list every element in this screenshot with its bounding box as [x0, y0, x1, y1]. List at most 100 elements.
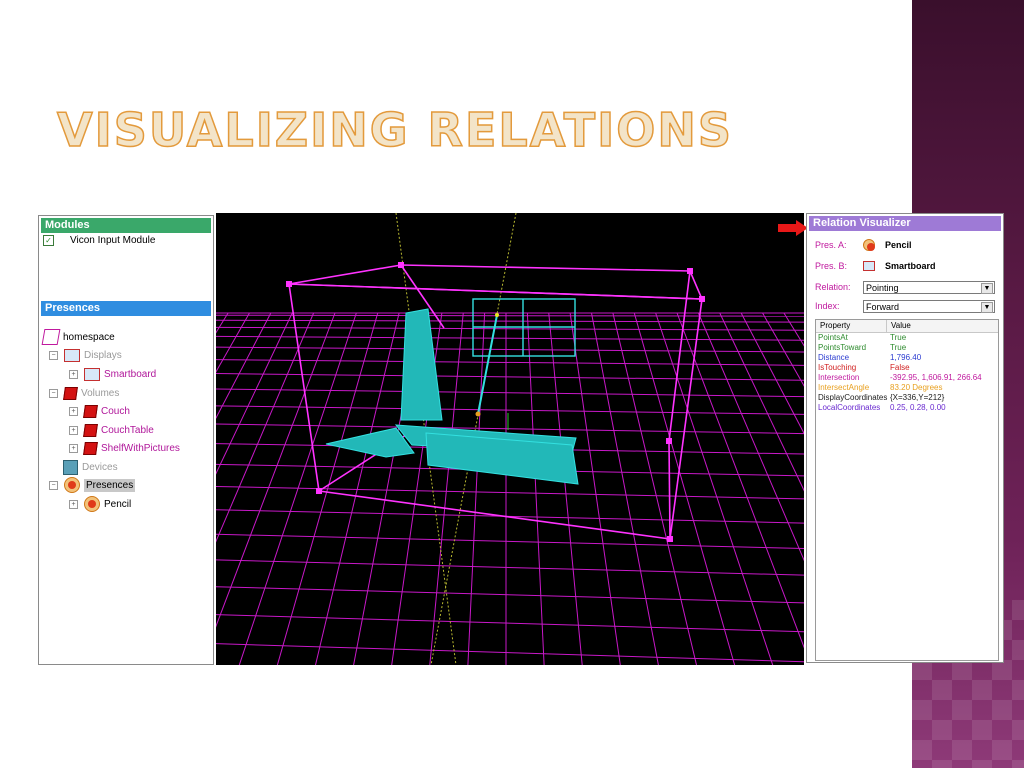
- column-header-property[interactable]: Property: [816, 320, 887, 332]
- grid-line: [467, 312, 486, 665]
- display-icon: [64, 348, 80, 362]
- index-label: Index:: [815, 301, 840, 311]
- pres-a-value[interactable]: Pencil: [885, 240, 912, 250]
- grid-line: [216, 326, 804, 331]
- tree-node-displays[interactable]: − Displays: [49, 346, 122, 364]
- pres-b-row: Pres. B: Smartboard: [815, 258, 936, 274]
- column-header-value[interactable]: Value: [887, 320, 911, 332]
- property-value: 0.25, 0.28, 0.00: [890, 403, 946, 412]
- expand-icon[interactable]: +: [69, 425, 78, 435]
- grid-line: [216, 533, 804, 550]
- dropdown-arrow-icon[interactable]: ▼: [981, 301, 993, 313]
- grid-line: [719, 312, 804, 492]
- property-row[interactable]: Distance 1,796.40: [816, 353, 998, 363]
- property-rows: PointsAt True PointsToward True Distance 1,79…: [816, 333, 998, 413]
- tree-label: ShelfWithPictures: [101, 442, 180, 454]
- tree-node-pencil[interactable]: + Pencil: [69, 495, 131, 513]
- expand-icon[interactable]: +: [69, 406, 78, 416]
- display-icon: [84, 367, 100, 381]
- grid-line: [633, 312, 736, 665]
- property-row[interactable]: IntersectAngle 83.20 Degrees: [816, 383, 998, 393]
- tree-node-presences[interactable]: − Presences: [49, 476, 136, 494]
- property-row[interactable]: IsTouching False: [816, 363, 998, 373]
- grid-line: [216, 373, 804, 381]
- grid-line: [216, 614, 804, 633]
- grid-line: [216, 359, 804, 366]
- grid-line: [216, 643, 804, 663]
- pointing-ray: [477, 314, 498, 415]
- presence-icon: [84, 496, 100, 512]
- relation-select[interactable]: Pointing ▼: [863, 280, 995, 294]
- property-name: IsTouching: [818, 363, 857, 372]
- property-value: True: [890, 343, 907, 352]
- tree-node-couchtable[interactable]: + CouchTable: [69, 421, 154, 439]
- grid-line: [783, 312, 804, 347]
- property-row[interactable]: PointsAt True: [816, 333, 998, 343]
- grid-line: [526, 312, 545, 665]
- box-corner-handles: [286, 262, 705, 542]
- tree-label: Displays: [84, 349, 122, 361]
- grid-line: [216, 312, 293, 475]
- red-cube-icon: [83, 441, 98, 455]
- tree-label: homespace: [63, 331, 115, 343]
- property-name: IntersectAngle: [818, 383, 870, 392]
- collapse-icon[interactable]: −: [49, 388, 58, 398]
- expand-icon[interactable]: +: [69, 499, 78, 509]
- property-name: PointsAt: [818, 333, 848, 342]
- pres-b-value[interactable]: Smartboard: [885, 261, 936, 271]
- property-value: 1,796.40: [890, 353, 922, 362]
- property-value: -392.95, 1,606.91, 266.64: [890, 373, 982, 382]
- relation-label: Relation:: [815, 282, 851, 292]
- collapse-icon[interactable]: −: [49, 480, 58, 490]
- grid-line: [216, 312, 272, 420]
- module-item-vicon[interactable]: ✓ Vicon Input Module: [39, 233, 213, 247]
- 3d-viewport[interactable]: [216, 213, 804, 665]
- grid-line: [216, 346, 804, 353]
- red-cube-icon: [63, 386, 78, 400]
- index-select[interactable]: Forward ▼: [863, 299, 995, 313]
- property-value: 83.20 Degrees: [890, 383, 943, 392]
- expand-icon[interactable]: +: [69, 443, 78, 453]
- tree-node-devices[interactable]: Devices: [63, 458, 118, 476]
- property-row[interactable]: DisplayCoordinates {X=336,Y=212}: [816, 393, 998, 403]
- tree-node-shelf[interactable]: + ShelfWithPictures: [69, 439, 180, 457]
- index-select-value: Forward: [866, 301, 900, 312]
- tree-node-homespace[interactable]: homespace: [41, 328, 115, 346]
- collapse-icon[interactable]: −: [49, 350, 58, 360]
- property-row[interactable]: Intersection -392.95, 1,606.91, 266.64: [816, 373, 998, 383]
- tree-label: CouchTable: [101, 424, 154, 436]
- wireframe-cube-icon: [41, 329, 61, 345]
- property-name: PointsToward: [818, 343, 867, 352]
- relation-row: Relation: Pointing ▼: [815, 279, 1003, 295]
- property-name: DisplayCoordinates: [818, 393, 888, 402]
- tree-node-couch[interactable]: + Couch: [69, 402, 130, 420]
- expand-icon[interactable]: +: [69, 369, 78, 379]
- property-name: LocalCoordinates: [818, 403, 881, 412]
- property-value: False: [890, 363, 910, 372]
- grid-line: [216, 335, 804, 341]
- presences-header: Presences: [41, 301, 211, 316]
- property-grid-header: Property Value: [816, 320, 998, 333]
- grid-line: [216, 405, 804, 415]
- pres-a-row: Pres. A: Pencil: [815, 237, 912, 253]
- property-row[interactable]: LocalCoordinates 0.25, 0.28, 0.00: [816, 403, 998, 413]
- pres-b-label: Pres. B:: [815, 261, 848, 271]
- grid-line: [216, 314, 804, 317]
- index-row: Index: Forward ▼: [815, 298, 1003, 314]
- grid-line: [569, 312, 621, 665]
- property-value: True: [890, 333, 907, 342]
- checkbox-checked-icon[interactable]: ✓: [43, 234, 54, 246]
- relation-visualizer-header: Relation Visualizer: [809, 216, 1001, 231]
- display-icon: [863, 261, 875, 271]
- property-row[interactable]: PointsToward True: [816, 343, 998, 353]
- presence-icon: [863, 239, 875, 251]
- dropdown-arrow-icon[interactable]: ▼: [981, 282, 993, 294]
- grid-line: [216, 319, 804, 323]
- ray-endpoint: [495, 313, 499, 317]
- grid-line: [216, 559, 804, 576]
- property-name: Distance: [818, 353, 850, 362]
- tree-node-volumes[interactable]: − Volumes: [49, 384, 119, 402]
- couch-volumes: [325, 308, 579, 485]
- modules-presences-panel: Modules ✓ Vicon Input Module Presences h…: [38, 215, 214, 665]
- tree-node-smartboard[interactable]: + Smartboard: [69, 365, 156, 383]
